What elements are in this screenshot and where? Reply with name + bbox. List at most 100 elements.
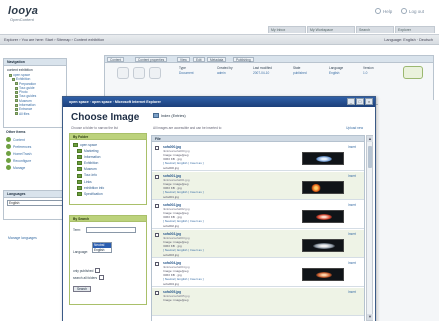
global-tabs: My Inbox My Workspace Search Explorer [0, 26, 439, 34]
insert-link[interactable]: Insert [348, 261, 356, 265]
image-thumbnail[interactable] [302, 268, 344, 281]
table-row[interactable]: sofa003.jpg /Entries/sofa003.jpg Image: … [152, 230, 364, 258]
go-icon[interactable] [403, 66, 423, 79]
language-option[interactable]: English [93, 248, 111, 253]
scrollbar-thumb[interactable] [368, 146, 372, 168]
dialog-scrollbar[interactable]: ▲ ▼ [366, 135, 373, 321]
table-row[interactable]: sofa000.jpg /Entries/sofa000.jpg Image: … [152, 143, 364, 171]
insert-link[interactable]: Insert [348, 174, 356, 178]
language-switch[interactable]: Language: English · Deutsch [384, 38, 433, 42]
folder-icon [15, 103, 18, 107]
tab-workspace[interactable]: My Workspace [307, 26, 355, 33]
tree-item[interactable]: All files [7, 112, 63, 116]
scroll-up-icon[interactable]: ▲ [367, 136, 373, 142]
tab-explorer[interactable]: Explorer [395, 26, 435, 33]
search-all-folders-option: search all folders [73, 275, 105, 280]
image-thumbnail[interactable] [302, 239, 344, 252]
other-link-content[interactable]: Content [6, 136, 67, 143]
tab-edit[interactable]: Edit [193, 57, 205, 62]
image-thumbnail[interactable] [302, 181, 344, 194]
search-icon[interactable] [149, 67, 161, 79]
other-link-reconfigure[interactable]: Reconfigure [6, 157, 67, 164]
language-label: Language: [73, 250, 89, 254]
breadcrumb: Explorer › You are here: Start › Sitemap… [4, 38, 105, 42]
file-links[interactable]: [ Neutral | English | Insert as ] [163, 277, 203, 281]
tab-publishing[interactable]: Publishing [233, 57, 254, 62]
window-controls: _ □ × [347, 98, 373, 105]
dialog-heading: Choose Image [71, 112, 140, 123]
logo: looya OpenContent [6, 4, 54, 26]
other-link-preferences[interactable]: Preferences [6, 143, 67, 150]
dialog-titlebar[interactable]: open space · open space · Microsoft Inte… [63, 97, 375, 107]
tab-inbox[interactable]: My Inbox [268, 26, 306, 33]
row-checkbox[interactable] [155, 146, 159, 150]
by-search-panel: By Search Term: Language: Neutral Englis… [69, 215, 147, 305]
table-row[interactable]: sofa004.jpg /Entries/sofa004.jpg Image: … [152, 259, 364, 287]
only-published-checkbox[interactable] [95, 268, 101, 273]
upload-new-link[interactable]: Upload new [346, 126, 363, 130]
language-select[interactable]: Neutral English [92, 242, 112, 253]
folder-icon [15, 99, 18, 103]
right-rail [378, 100, 439, 321]
table-row[interactable]: sofa005.jpg /Entries/sofa005.jpg Image: … [152, 288, 364, 316]
image-thumbnail[interactable] [302, 152, 344, 165]
folder-item[interactable]: Specification [73, 191, 143, 197]
row-checkbox[interactable] [155, 262, 159, 266]
insert-link[interactable]: Insert [348, 290, 356, 294]
folder-icon [15, 86, 18, 90]
row-checkbox[interactable] [155, 233, 159, 237]
folder-icon [73, 143, 78, 148]
meta-last-modified: Last modified 2007-04-10 [253, 66, 272, 75]
manage-languages-link[interactable]: Manage languages [8, 236, 37, 240]
by-search-title: By Search [70, 216, 146, 222]
tab-view[interactable]: View [177, 57, 190, 62]
folder-icon [15, 108, 18, 112]
file-links[interactable]: [ Neutral | English | Insert as ] [163, 190, 203, 194]
minimize-icon[interactable]: _ [347, 98, 355, 105]
help-link-label: Help [383, 8, 393, 14]
table-row[interactable]: sofa002.jpg /Entries/sofa002.jpg Image: … [152, 201, 364, 229]
insert-link[interactable]: Insert [348, 203, 356, 207]
tab-search[interactable]: Search [356, 26, 394, 33]
folder-icon [77, 173, 82, 178]
row-checkbox[interactable] [155, 291, 159, 295]
tab-content-properties[interactable]: Content properties [135, 57, 168, 62]
search-all-folders-checkbox[interactable] [99, 275, 105, 280]
other-link-manage[interactable]: Manage [6, 164, 67, 171]
content-tabbar: Content Content properties View Edit Met… [105, 56, 433, 63]
search-input[interactable] [86, 227, 136, 233]
edit-icon[interactable] [117, 67, 129, 79]
help-link[interactable]: Help [375, 8, 392, 14]
file-links[interactable]: [ Neutral | English | Insert as ] [163, 219, 203, 223]
maximize-icon[interactable]: □ [356, 98, 364, 105]
scroll-down-icon[interactable]: ▼ [367, 314, 373, 320]
file-links[interactable]: [ Neutral | English | Insert as ] [163, 161, 203, 165]
row-checkbox[interactable] [155, 204, 159, 208]
folder-icon [77, 167, 82, 172]
choose-image-dialog: open space · open space · Microsoft Inte… [62, 96, 376, 321]
logo-subtext: OpenContent [10, 17, 34, 22]
search-term-label: Term: [73, 228, 81, 232]
link-icon[interactable] [133, 67, 145, 79]
language-select[interactable]: English [7, 200, 63, 206]
logout-link[interactable]: Log out [401, 8, 424, 14]
search-button[interactable]: Search [73, 286, 91, 292]
folder-icon [77, 191, 82, 196]
list-hint: All images are accessible and can be ins… [153, 126, 222, 130]
table-row[interactable]: sofa001.jpg /Entries/sofa001.jpg Image: … [152, 172, 364, 200]
folder-icon [9, 73, 12, 77]
breadcrumb-bar: Explorer › You are here: Start › Sitemap… [0, 34, 439, 45]
tab-metadata[interactable]: Metadata [207, 57, 227, 62]
row-checkbox[interactable] [155, 175, 159, 179]
file-subtitle: sofa000.jpg [163, 166, 179, 170]
tab-content[interactable]: Content [107, 57, 125, 62]
languages-panel: Languages English [3, 190, 67, 220]
other-link-trash[interactable]: Home/Trash [6, 150, 67, 157]
folder-icon [15, 90, 18, 94]
insert-link[interactable]: Insert [348, 145, 356, 149]
insert-link[interactable]: Insert [348, 232, 356, 236]
image-file-list: File sofa000.jpg /Entries/sofa000.jpg Im… [151, 135, 365, 321]
close-icon[interactable]: × [365, 98, 373, 105]
file-links[interactable]: [ Neutral | English | Insert as ] [163, 248, 203, 252]
image-thumbnail[interactable] [302, 210, 344, 223]
